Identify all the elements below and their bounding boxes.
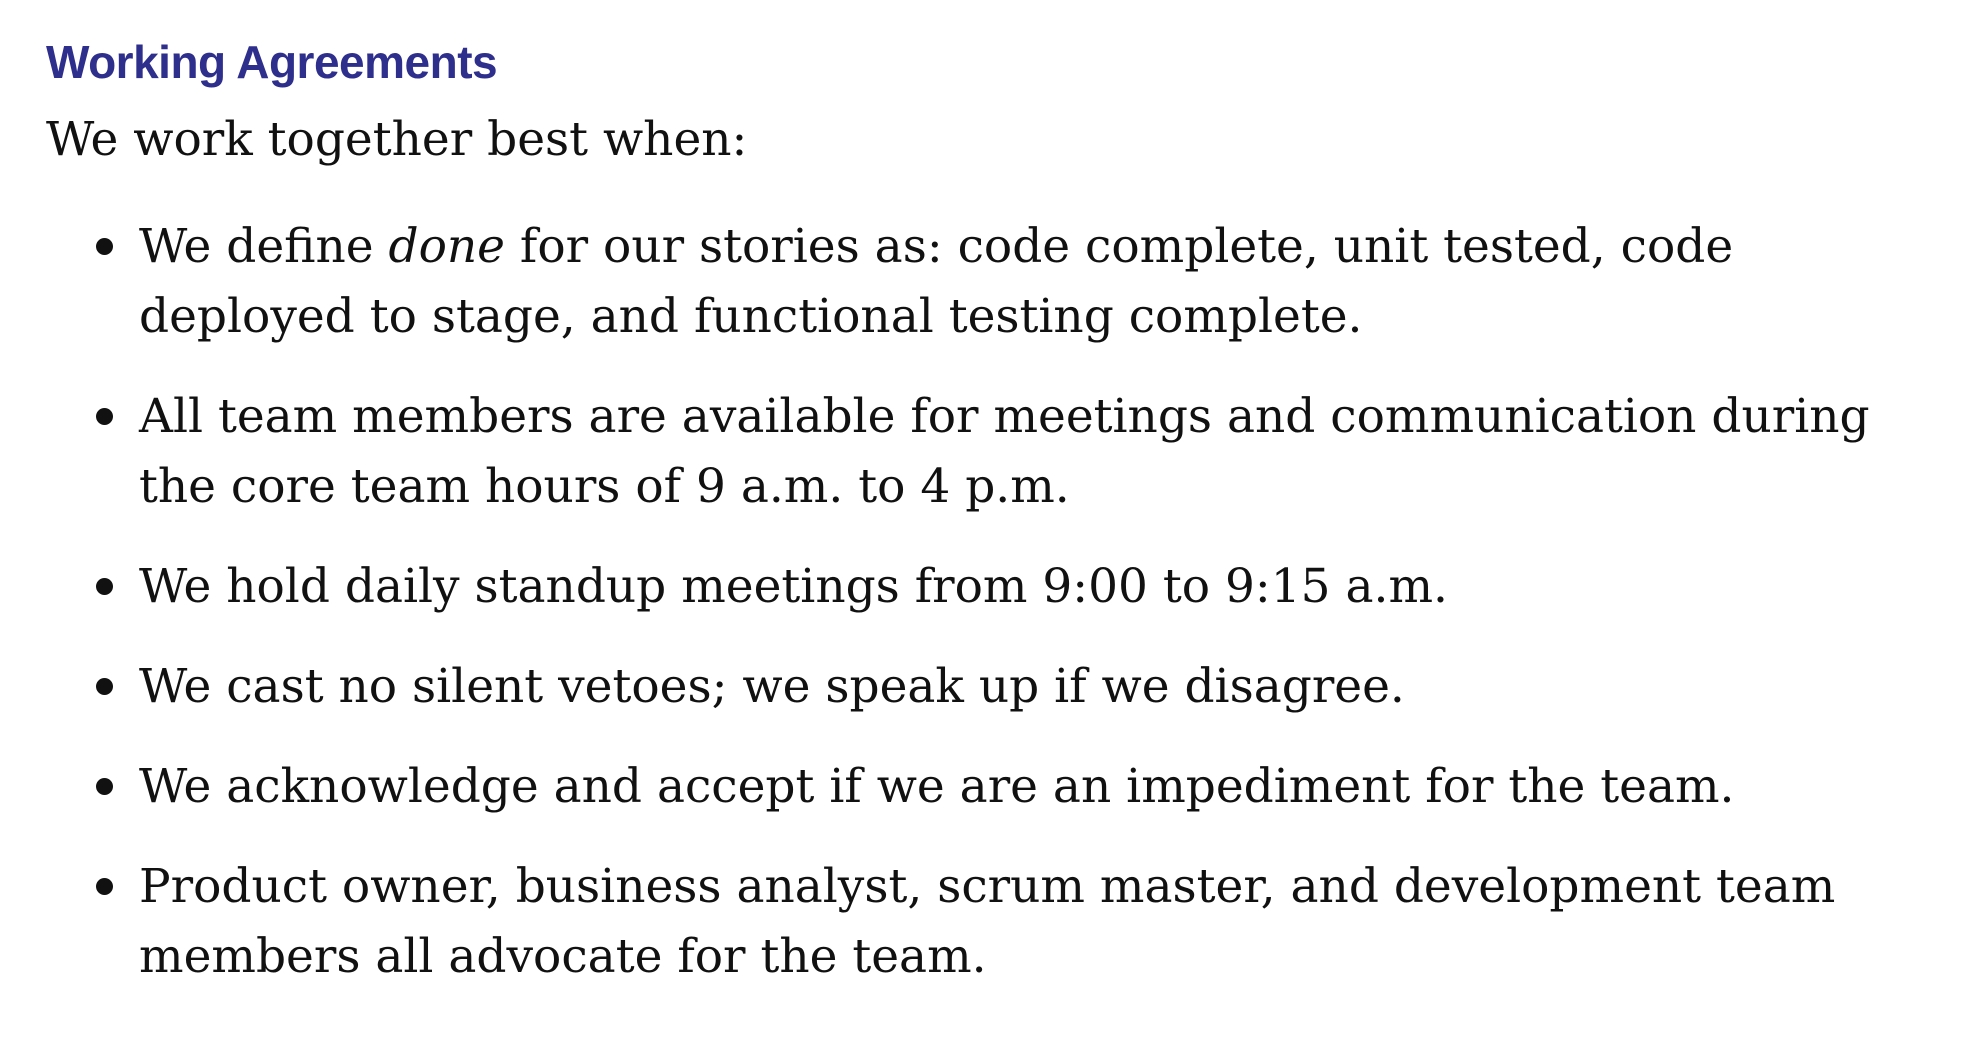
list-item: We define done for our stories as: code …	[46, 212, 1871, 352]
list-item-text: We cast no silent vetoes; we speak up if…	[139, 659, 1405, 714]
bullet-icon	[96, 778, 113, 795]
list-item-text: Product owner, business analyst, scrum m…	[139, 859, 1836, 984]
list-item: We acknowledge and accept if we are an i…	[46, 752, 1871, 822]
section-heading: Working Agreements	[46, 36, 498, 88]
agreements-list: We define done for our stories as: code …	[46, 212, 1906, 992]
bullet-icon	[96, 678, 113, 695]
list-item-text: All team members are available for meeti…	[139, 389, 1870, 514]
list-item: We hold daily standup meetings from 9:00…	[46, 552, 1871, 622]
bullet-icon	[96, 408, 113, 425]
document-page: Working Agreements We work together best…	[46, 34, 1906, 1022]
list-item: We cast no silent vetoes; we speak up if…	[46, 652, 1871, 722]
bullet-icon	[96, 578, 113, 595]
intro-text: We work together best when:	[46, 112, 748, 167]
list-item-text: We acknowledge and accept if we are an i…	[139, 759, 1735, 814]
list-item: Product owner, business analyst, scrum m…	[46, 852, 1871, 992]
bullet-icon	[96, 878, 113, 895]
list-item: All team members are available for meeti…	[46, 382, 1871, 522]
list-item-text-before: We define	[139, 219, 389, 274]
bullet-icon	[96, 238, 113, 255]
list-item-text: We hold daily standup meetings from 9:00…	[139, 559, 1448, 614]
list-item-emphasis: done	[388, 219, 505, 274]
